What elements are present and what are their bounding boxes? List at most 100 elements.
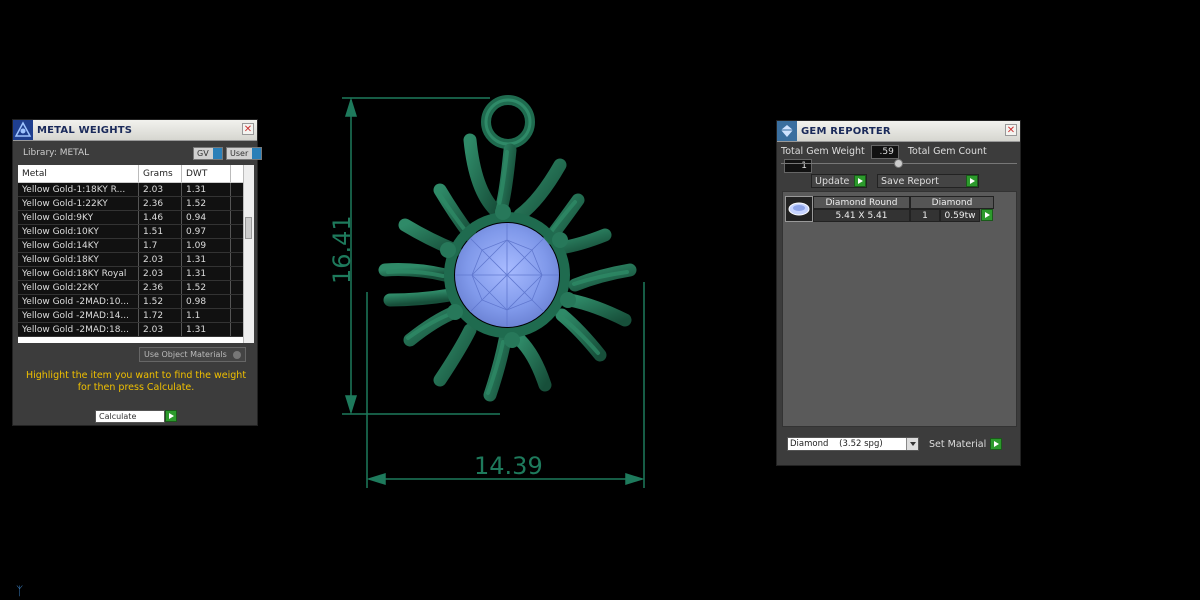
material-controls: Diamond (3.52 spg) Set Material: [787, 437, 1003, 451]
gem-material: Diamond: [910, 196, 994, 209]
close-icon[interactable]: ✕: [1005, 124, 1017, 136]
width-dimension-label: 14.39: [474, 452, 543, 480]
gem-reporter-titlebar[interactable]: GEM REPORTER ✕: [777, 121, 1020, 142]
empty-cell: [230, 196, 244, 211]
user-toggle-label: User: [230, 149, 249, 158]
total-gem-weight-label: Total Gem Weight: [781, 146, 865, 157]
metal-name-cell: Yellow Gold:9KY: [18, 210, 139, 225]
grams-cell: 1.7: [138, 238, 182, 253]
user-toggle[interactable]: User: [226, 147, 263, 160]
chevron-down-icon[interactable]: [906, 438, 918, 450]
grams-cell: 1.52: [138, 294, 182, 309]
metal-name-cell: Yellow Gold -2MAD:14...: [18, 308, 139, 323]
dwt-cell: 1.31: [181, 322, 231, 337]
table-row[interactable]: Yellow Gold:10KY 1.51 0.97: [18, 224, 244, 239]
table-row[interactable]: Yellow Gold:22KY 2.36 1.52: [18, 280, 244, 295]
close-icon[interactable]: ✕: [242, 123, 254, 135]
table-row[interactable]: Yellow Gold -2MAD:14... 1.72 1.1: [18, 308, 244, 323]
table-row[interactable]: Yellow Gold -2MAD:18... 2.03 1.31: [18, 322, 244, 337]
splitter-handle[interactable]: [894, 159, 903, 168]
metal-name-cell: Yellow Gold:10KY: [18, 224, 139, 239]
dwt-cell: 1.31: [181, 182, 231, 197]
table-row[interactable]: Yellow Gold -2MAD:10... 1.52 0.98: [18, 294, 244, 309]
calculate-dropdown[interactable]: Calculate: [95, 410, 165, 423]
empty-cell: [230, 294, 244, 309]
metal-name-cell: Yellow Gold:14KY: [18, 238, 139, 253]
table-scrollbar[interactable]: [243, 165, 254, 343]
grams-cell: 2.03: [138, 266, 182, 281]
update-button[interactable]: Update: [811, 174, 867, 188]
empty-cell: [230, 252, 244, 267]
metal-name-cell: Yellow Gold:22KY: [18, 280, 139, 295]
grams-cell: 1.46: [138, 210, 182, 225]
pendant-model: [378, 95, 637, 402]
hint-line-1: Highlight the item you want to find the …: [25, 370, 247, 381]
metal-name-cell: Yellow Gold -2MAD:10...: [18, 294, 139, 309]
gv-toggle-square: [212, 148, 222, 159]
column-header-grams[interactable]: Grams: [138, 165, 182, 183]
gem-list-item[interactable]: Diamond Round Diamond 5.41 X 5.41 1 0.59…: [785, 196, 994, 222]
height-dimension-label: 16.41: [328, 215, 356, 284]
set-material-button[interactable]: Set Material: [929, 438, 1003, 450]
table-row[interactable]: Yellow Gold-1:18KY R... 2.03 1.31: [18, 182, 244, 197]
gem-reporter-panel: GEM REPORTER ✕ Total Gem Weight .59 Tota…: [776, 120, 1021, 466]
table-row[interactable]: Yellow Gold-1:22KY 2.36 1.52: [18, 196, 244, 211]
set-material-go-icon: [990, 438, 1003, 450]
calculate-label: Calculate: [99, 412, 137, 421]
table-row[interactable]: Yellow Gold:18KY Royal 2.03 1.31: [18, 266, 244, 281]
save-report-label: Save Report: [881, 175, 939, 187]
metal-name-cell: Yellow Gold-1:22KY: [18, 196, 139, 211]
gem-select-button[interactable]: [981, 209, 993, 221]
grams-cell: 2.03: [138, 252, 182, 267]
gv-toggle-label: GV: [197, 149, 209, 158]
gem-size: 5.41 X 5.41: [813, 209, 910, 222]
save-report-go-icon: [966, 175, 978, 187]
metal-weights-panel: METAL WEIGHTS ✕ Library: METAL GV User M…: [12, 119, 263, 426]
table-row[interactable]: Yellow Gold:9KY 1.46 0.94: [18, 210, 244, 225]
grams-cell: 2.36: [138, 280, 182, 295]
dwt-cell: 1.09: [181, 238, 231, 253]
material-select[interactable]: Diamond (3.52 spg): [787, 437, 919, 451]
metal-table[interactable]: Metal Grams DWT Yellow Gold-1:18KY R... 2…: [18, 165, 254, 343]
dwt-cell: 1.52: [181, 280, 231, 295]
metal-name-cell: Yellow Gold:18KY: [18, 252, 139, 267]
scrollbar-thumb[interactable]: [245, 217, 252, 239]
total-gem-count-label: Total Gem Count: [907, 146, 987, 157]
empty-cell: [230, 322, 244, 337]
round-gem-icon: [785, 196, 813, 222]
gv-toggle[interactable]: GV: [193, 147, 223, 160]
corner-logo-icon: ᛉ: [16, 584, 24, 598]
table-row[interactable]: Yellow Gold:18KY 2.03 1.31: [18, 252, 244, 267]
dwt-cell: 1.52: [181, 196, 231, 211]
empty-cell: [230, 308, 244, 323]
metal-weights-titlebar[interactable]: METAL WEIGHTS ✕: [13, 120, 257, 141]
use-object-materials-label: Use Object Materials: [144, 350, 227, 359]
user-toggle-square: [252, 148, 262, 159]
gem-reporter-title: GEM REPORTER: [801, 125, 891, 137]
library-label: Library: METAL: [23, 148, 90, 158]
use-object-materials-indicator: [232, 350, 241, 359]
calculate-hint: Highlight the item you want to find the …: [13, 370, 259, 394]
gem-weight: 0.59tw: [940, 209, 980, 222]
gem-list[interactable]: Diamond Round Diamond 5.41 X 5.41 1 0.59…: [782, 191, 1017, 427]
empty-cell: [230, 238, 244, 253]
empty-cell: [230, 224, 244, 239]
dwt-cell: 1.1: [181, 308, 231, 323]
metal-name-cell: Yellow Gold-1:18KY R...: [18, 182, 139, 197]
metal-name-cell: Yellow Gold:18KY Royal: [18, 266, 139, 281]
column-header-metal[interactable]: Metal: [18, 165, 139, 183]
calculate-button[interactable]: [165, 410, 177, 422]
gem-reporter-app-icon: [777, 121, 797, 141]
table-row[interactable]: Yellow Gold:14KY 1.7 1.09: [18, 238, 244, 253]
dwt-cell: 0.94: [181, 210, 231, 225]
empty-cell: [230, 210, 244, 225]
dwt-cell: 1.31: [181, 266, 231, 281]
grams-cell: 2.03: [138, 322, 182, 337]
empty-cell: [230, 182, 244, 197]
hint-line-2: for then press Calculate.: [77, 382, 195, 393]
use-object-materials-button[interactable]: Use Object Materials: [139, 347, 246, 362]
column-header-dwt[interactable]: DWT: [181, 165, 231, 183]
save-report-button[interactable]: Save Report: [877, 174, 979, 188]
update-label: Update: [815, 175, 850, 187]
grams-cell: 2.36: [138, 196, 182, 211]
